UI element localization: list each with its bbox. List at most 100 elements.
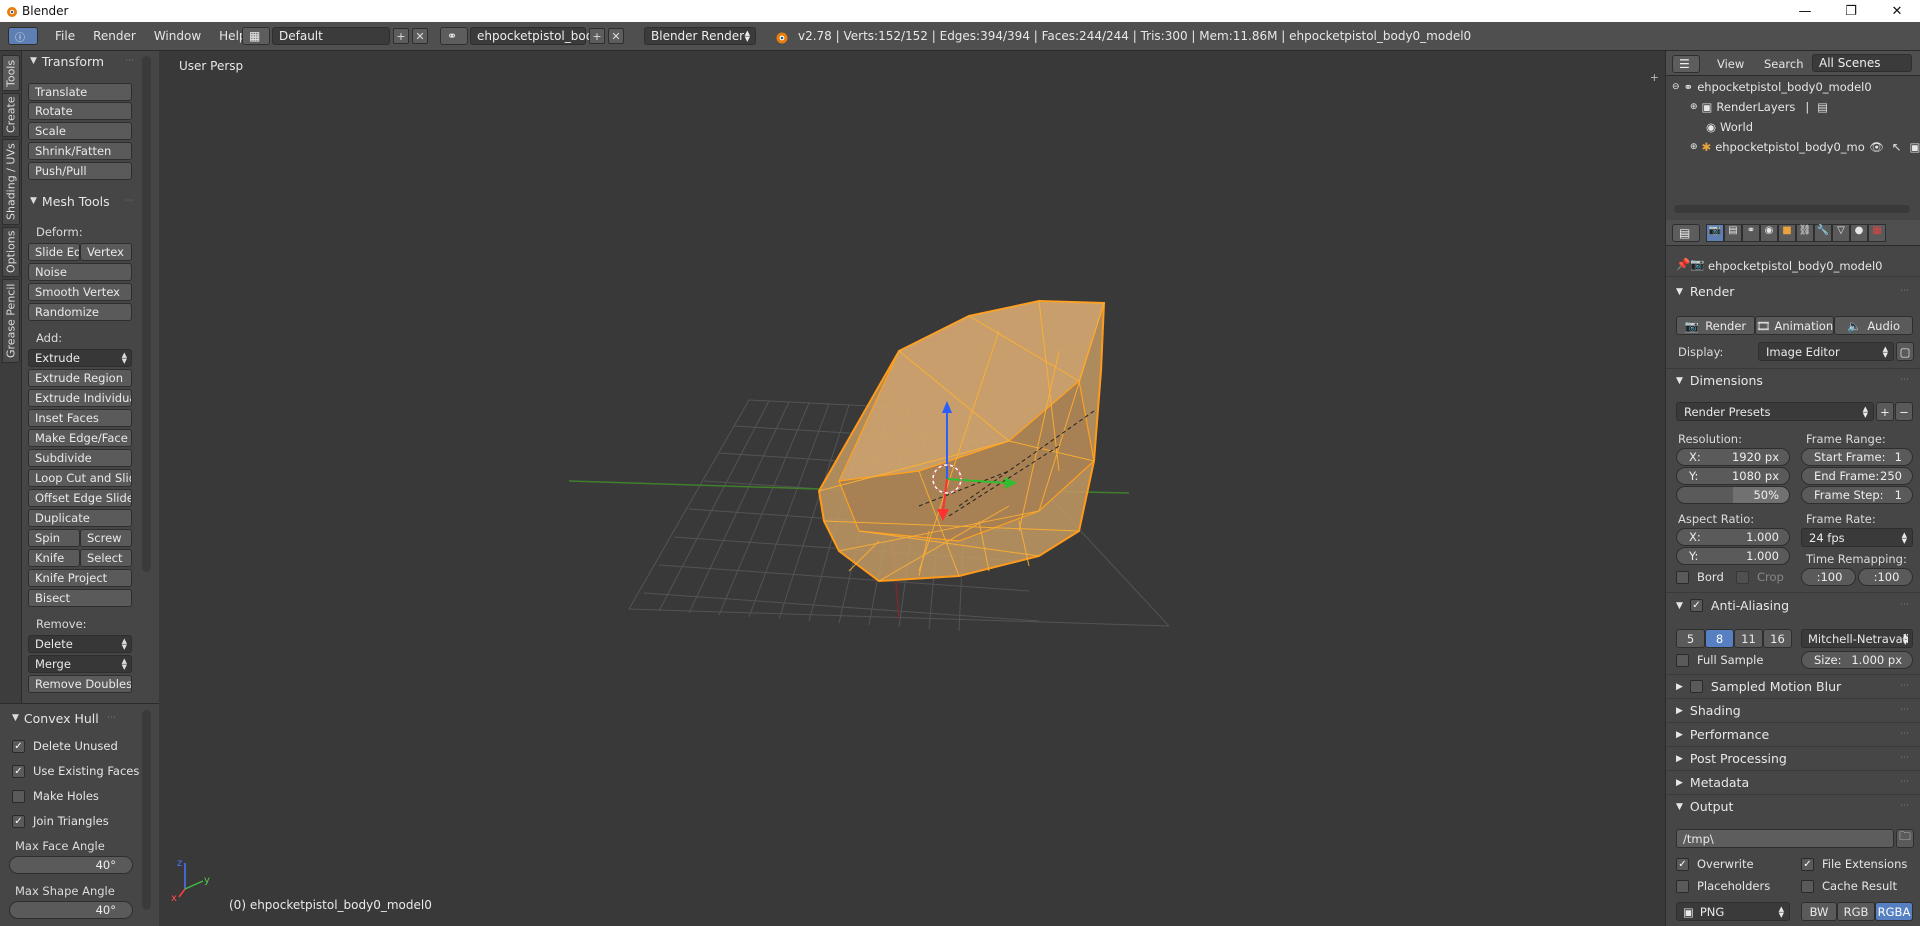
bisect-button[interactable]: Bisect: [28, 589, 132, 607]
dimensions-panel-header[interactable]: ▼ Dimensions: [1676, 373, 1763, 388]
shading-panel-header[interactable]: ▶ Shading: [1676, 703, 1741, 718]
tab-create[interactable]: Create: [2, 93, 20, 137]
color-mode-rgba[interactable]: RGBA: [1875, 902, 1913, 921]
join-triangles-checkbox[interactable]: ✓ Join Triangles: [12, 814, 109, 828]
max-shape-angle-field[interactable]: 40°: [9, 901, 133, 919]
editor-type-button[interactable]: ☰: [1672, 55, 1700, 73]
noise-button[interactable]: Noise: [28, 263, 132, 281]
remove-screen-button[interactable]: ✕: [412, 28, 428, 44]
shrink-fatten-button[interactable]: Shrink/Fatten: [28, 142, 132, 160]
color-mode-rgb[interactable]: RGB: [1837, 902, 1875, 921]
smooth-vertex-button[interactable]: Smooth Vertex: [28, 283, 132, 301]
inset-faces-button[interactable]: Inset Faces: [28, 409, 132, 427]
drag-handle-icon[interactable]: ⋯: [1900, 753, 1910, 763]
remove-preset-button[interactable]: −: [1895, 402, 1913, 421]
render-layers-tab-icon[interactable]: ▤: [1724, 224, 1742, 242]
close-button[interactable]: ✕: [1874, 0, 1920, 22]
camera-icon[interactable]: ▣: [1909, 140, 1920, 154]
display-dropdown[interactable]: Image Editor ▲ ▼: [1758, 342, 1894, 361]
time-remap-old-field[interactable]: :100: [1801, 568, 1856, 586]
data-tab-icon[interactable]: ▽: [1832, 224, 1850, 242]
constraints-tab-icon[interactable]: ⛓: [1796, 224, 1814, 242]
output-panel-header[interactable]: ▼ Output: [1676, 799, 1733, 814]
outliner-object-row[interactable]: ⊕ ✱ ehpocketpistol_body0_moc 👁 ↖ ▣: [1666, 137, 1920, 157]
minimize-button[interactable]: —: [1782, 0, 1828, 22]
make-holes-checkbox[interactable]: Make Holes: [12, 789, 99, 803]
aa-filter-dropdown[interactable]: Mitchell-Netravali ▲ ▼: [1801, 629, 1913, 648]
duplicate-button[interactable]: Duplicate: [28, 509, 132, 527]
outliner-view-menu[interactable]: View: [1717, 57, 1744, 71]
metadata-panel-header[interactable]: ▶ Metadata: [1676, 775, 1749, 790]
object-tab-icon[interactable]: ■: [1778, 224, 1796, 242]
screen-layout-field[interactable]: Default: [272, 27, 390, 45]
merge-dropdown[interactable]: Merge ▲ ▼: [28, 655, 132, 673]
offset-edge-slide-button[interactable]: Offset Edge Slide: [28, 489, 132, 507]
menu-file[interactable]: File: [46, 29, 84, 43]
add-preset-button[interactable]: +: [1876, 402, 1894, 421]
editor-type-button[interactable]: ⓘ: [8, 27, 38, 45]
rotate-button[interactable]: Rotate: [28, 102, 132, 120]
outliner-hscrollbar[interactable]: [1674, 205, 1910, 213]
resolution-percentage-slider[interactable]: 50%: [1676, 486, 1790, 504]
extrude-dropdown[interactable]: Extrude ▲ ▼: [28, 349, 132, 367]
scene-field[interactable]: ehpocketpistol_bod...: [470, 27, 605, 45]
render-tab-icon[interactable]: 📷: [1706, 224, 1724, 242]
scene-tab-icon[interactable]: ⚭: [1742, 224, 1760, 242]
drag-handle-icon[interactable]: ⋯: [125, 56, 135, 66]
render-engine-dropdown[interactable]: Blender Render ▲ ▼: [644, 27, 756, 45]
add-scene-button[interactable]: +: [589, 28, 605, 44]
add-screen-button[interactable]: +: [393, 28, 409, 44]
resolution-y-field[interactable]: Y: 1080 px: [1676, 467, 1790, 485]
full-sample-checkbox[interactable]: Full Sample: [1676, 653, 1763, 667]
drag-handle-icon[interactable]: ⋯: [1900, 600, 1910, 610]
mesh-tools-panel-header[interactable]: ▼ Mesh Tools ⋯: [22, 191, 137, 211]
loop-cut-slide-button[interactable]: Loop Cut and Slide: [28, 469, 132, 487]
resolution-x-field[interactable]: X: 1920 px: [1676, 448, 1790, 466]
menu-window[interactable]: Window: [145, 29, 210, 43]
randomize-button[interactable]: Randomize: [28, 303, 132, 321]
remove-doubles-button[interactable]: Remove Doubles: [28, 675, 132, 693]
extrude-individual-button[interactable]: Extrude Individual: [28, 389, 132, 407]
operator-scrollbar[interactable]: [142, 710, 151, 910]
performance-panel-header[interactable]: ▶ Performance: [1676, 727, 1769, 742]
delete-unused-checkbox[interactable]: ✓ Delete Unused: [12, 739, 118, 753]
filter-size-field[interactable]: Size: 1.000 px: [1801, 651, 1913, 669]
translate-button[interactable]: Translate: [28, 83, 132, 101]
knife-button[interactable]: Knife: [28, 549, 80, 567]
screw-button[interactable]: Screw: [80, 529, 132, 547]
render-layer-icon[interactable]: ▤: [1817, 100, 1828, 114]
placeholders-checkbox[interactable]: Placeholders: [1676, 879, 1770, 893]
remove-scene-button[interactable]: ✕: [608, 28, 624, 44]
aa-samples-11[interactable]: 11: [1734, 629, 1763, 648]
slide-edge-button[interactable]: Slide Ed: [28, 243, 80, 261]
tab-grease-pencil[interactable]: Grease Pencil: [2, 279, 20, 363]
color-mode-bw[interactable]: BW: [1801, 902, 1837, 921]
toolshelf-scrollbar[interactable]: [142, 56, 151, 572]
max-face-angle-field[interactable]: 40°: [9, 856, 133, 874]
outliner-search-menu[interactable]: Search: [1764, 57, 1804, 71]
selected-mesh[interactable]: [817, 299, 1106, 583]
render-panel-header[interactable]: ▼ Render: [1676, 284, 1734, 299]
maximize-button[interactable]: ❐: [1828, 0, 1874, 22]
render-lock-icon[interactable]: ▢: [1896, 342, 1914, 361]
screen-layout-icon-button[interactable]: ▦: [242, 27, 270, 45]
pin-icon[interactable]: 📌: [1676, 257, 1690, 271]
aa-samples-5[interactable]: 5: [1676, 629, 1705, 648]
tab-tools[interactable]: Tools: [2, 55, 20, 91]
modifiers-tab-icon[interactable]: 🔧: [1814, 224, 1832, 242]
slide-vertex-button[interactable]: Vertex: [80, 243, 132, 261]
viewport-scene[interactable]: z y x: [159, 51, 1665, 926]
frame-step-field[interactable]: Frame Step: 1: [1801, 486, 1913, 504]
render-animation-button[interactable]: 🎞 Animation: [1755, 316, 1834, 335]
drag-handle-icon[interactable]: ⋯: [1900, 801, 1910, 811]
file-format-dropdown[interactable]: ▣ PNG ▲ ▼: [1676, 902, 1790, 921]
aa-samples-8[interactable]: 8: [1705, 629, 1734, 648]
eye-icon[interactable]: 👁: [1869, 140, 1884, 154]
frame-rate-dropdown[interactable]: 24 fps ▲ ▼: [1801, 528, 1913, 547]
subdivide-button[interactable]: Subdivide: [28, 449, 132, 467]
border-checkbox[interactable]: Bord: [1676, 570, 1724, 584]
render-image-button[interactable]: 📷 Render: [1676, 316, 1755, 335]
folder-icon[interactable]: 🗀: [1896, 829, 1914, 848]
post-processing-panel-header[interactable]: ▶ Post Processing: [1676, 751, 1787, 766]
tab-shading-uvs[interactable]: Shading / UVs: [2, 139, 20, 225]
